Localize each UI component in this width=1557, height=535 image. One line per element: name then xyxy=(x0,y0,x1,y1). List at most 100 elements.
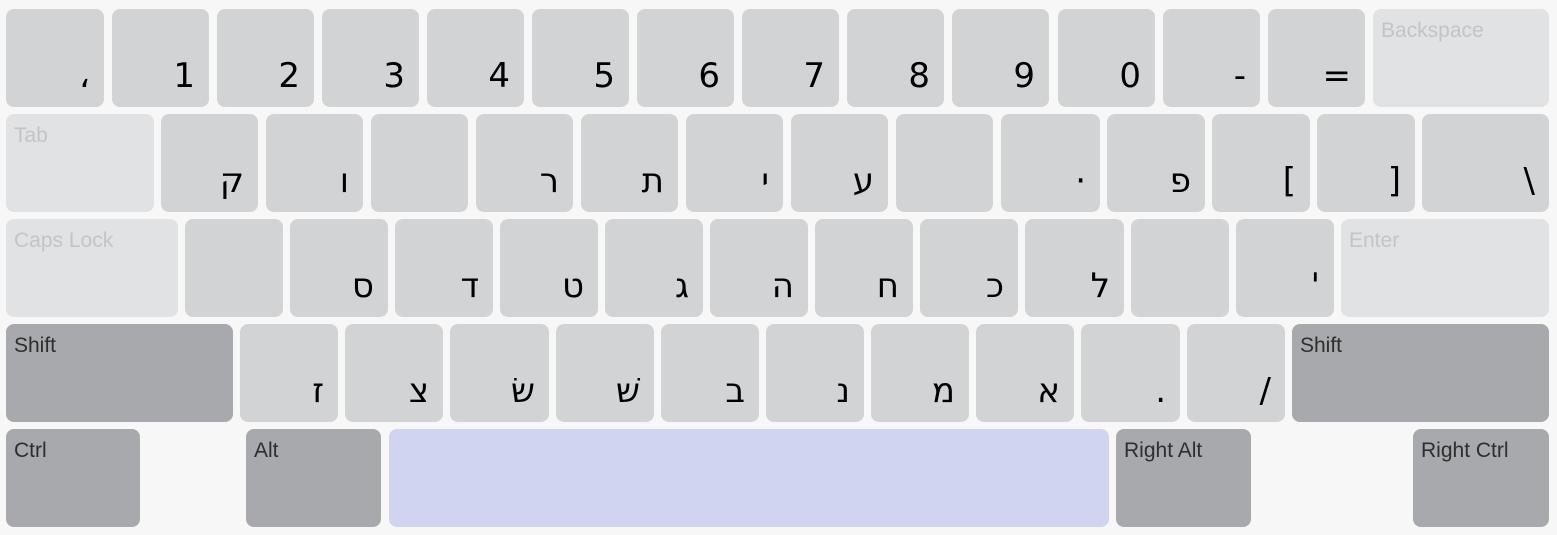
key-label: מ xyxy=(931,371,955,411)
key-r2-6[interactable]: ת xyxy=(581,114,678,212)
key-r2-5[interactable]: ר xyxy=(476,114,573,212)
key-label: 8 xyxy=(908,56,930,96)
key-label: Right Alt xyxy=(1124,439,1203,462)
key-r4-3[interactable]: צ xyxy=(345,324,443,422)
key-label: י xyxy=(761,161,769,201)
key-r1-11[interactable]: 0 xyxy=(1058,9,1155,107)
enter-key[interactable]: Enter xyxy=(1341,219,1549,317)
key-label: [ xyxy=(1282,161,1296,201)
shift-key[interactable]: Shift xyxy=(1292,324,1549,422)
key-label: - xyxy=(1233,56,1246,96)
key-r2-2[interactable]: ק xyxy=(161,114,258,212)
key-r1-13[interactable]: = xyxy=(1268,9,1365,107)
key-label: Right Ctrl xyxy=(1421,439,1509,462)
key-r3-6[interactable]: ג xyxy=(605,219,703,317)
key-label: / xyxy=(1259,371,1271,411)
key-r2-9[interactable] xyxy=(896,114,993,212)
key-label: ב xyxy=(725,371,745,411)
key-r3-10[interactable]: ל xyxy=(1025,219,1124,317)
key-r1-1[interactable]: ، xyxy=(6,9,104,107)
key-label: נ xyxy=(836,371,850,411)
key-label: Alt xyxy=(254,439,279,462)
key-r4-11[interactable]: / xyxy=(1187,324,1285,422)
key-label: ג xyxy=(674,266,689,306)
key-label: 7 xyxy=(803,56,825,96)
key-r4-5[interactable]: שׁ xyxy=(556,324,654,422)
key-label: ו xyxy=(339,161,349,201)
key-r3-4[interactable]: ד xyxy=(395,219,493,317)
right-ctrl-key[interactable]: Right Ctrl xyxy=(1413,429,1549,527)
key-r4-9[interactable]: א xyxy=(976,324,1074,422)
key-r1-8[interactable]: 7 xyxy=(742,9,839,107)
key-r2-10[interactable]: · xyxy=(1001,114,1100,212)
key-label: א xyxy=(1037,371,1060,411)
key-r4-4[interactable]: שׂ xyxy=(450,324,549,422)
key-label: ח xyxy=(876,266,899,306)
key-r3-11[interactable] xyxy=(1131,219,1229,317)
key-r1-9[interactable]: 8 xyxy=(847,9,944,107)
key-label: Backspace xyxy=(1381,19,1484,42)
key-r2-13[interactable]: ] xyxy=(1317,114,1415,212)
tab-key[interactable]: Tab xyxy=(6,114,154,212)
key-r1-2[interactable]: 1 xyxy=(112,9,209,107)
key-label: 1 xyxy=(173,56,195,96)
key-r1-7[interactable]: 6 xyxy=(637,9,734,107)
key-r3-3[interactable]: ס xyxy=(290,219,388,317)
key-r2-11[interactable]: פ xyxy=(1107,114,1205,212)
key-label: ] xyxy=(1387,161,1401,201)
key-r4-6[interactable]: ב xyxy=(661,324,759,422)
alt-key[interactable]: Alt xyxy=(246,429,381,527)
key-r2-7[interactable]: י xyxy=(686,114,783,212)
key-r4-8[interactable]: מ xyxy=(871,324,969,422)
key-label: 6 xyxy=(698,56,720,96)
key-r1-10[interactable]: 9 xyxy=(952,9,1049,107)
key-r2-12[interactable]: [ xyxy=(1212,114,1310,212)
key-r3-8[interactable]: ח xyxy=(815,219,913,317)
key-r1-4[interactable]: 3 xyxy=(322,9,419,107)
key-label: Ctrl xyxy=(14,439,47,462)
key-label: ס xyxy=(351,266,374,306)
key-label: ק xyxy=(219,161,244,201)
key-r3-7[interactable]: ה xyxy=(710,219,808,317)
key-r4-2[interactable]: ז xyxy=(240,324,338,422)
key-label: 4 xyxy=(488,56,510,96)
key-label: שׂ xyxy=(510,371,535,411)
key-label: · xyxy=(1075,161,1086,201)
key-label: ז xyxy=(312,371,324,411)
key-label: פ xyxy=(1169,161,1191,201)
key-r3-12[interactable]: ' xyxy=(1236,219,1334,317)
backspace-key[interactable]: Backspace xyxy=(1373,9,1549,107)
key-r3-9[interactable]: כ xyxy=(920,219,1018,317)
key-label: 5 xyxy=(593,56,615,96)
space-key[interactable] xyxy=(389,429,1109,527)
key-label: 3 xyxy=(383,56,405,96)
key-r1-3[interactable]: 2 xyxy=(217,9,314,107)
key-label: Enter xyxy=(1349,229,1400,252)
key-r1-6[interactable]: 5 xyxy=(532,9,629,107)
key-label: ד xyxy=(460,266,479,306)
ctrl-key[interactable]: Ctrl xyxy=(6,429,140,527)
key-r1-12[interactable]: - xyxy=(1163,9,1260,107)
key-label: 9 xyxy=(1013,56,1035,96)
key-label: ר xyxy=(539,161,559,201)
key-r4-10[interactable]: . xyxy=(1081,324,1180,422)
key-r2-14[interactable]: \ xyxy=(1422,114,1549,212)
right-alt-key[interactable]: Right Alt xyxy=(1116,429,1251,527)
key-label: \ xyxy=(1523,161,1535,201)
key-label: Caps Lock xyxy=(14,229,114,252)
key-label: ' xyxy=(1310,266,1320,306)
key-label: ע xyxy=(852,161,874,201)
key-r4-7[interactable]: נ xyxy=(766,324,864,422)
key-label: Tab xyxy=(14,124,48,147)
key-label: 2 xyxy=(278,56,300,96)
caps-lock-key[interactable]: Caps Lock xyxy=(6,219,178,317)
key-label: Shift xyxy=(1300,334,1343,357)
key-r3-5[interactable]: ט xyxy=(500,219,598,317)
key-r2-3[interactable]: ו xyxy=(266,114,363,212)
key-label: = xyxy=(1322,56,1352,96)
key-r2-8[interactable]: ע xyxy=(791,114,888,212)
key-r1-5[interactable]: 4 xyxy=(427,9,524,107)
key-r3-2[interactable] xyxy=(185,219,283,317)
shift-key[interactable]: Shift xyxy=(6,324,233,422)
key-r2-4[interactable] xyxy=(371,114,468,212)
